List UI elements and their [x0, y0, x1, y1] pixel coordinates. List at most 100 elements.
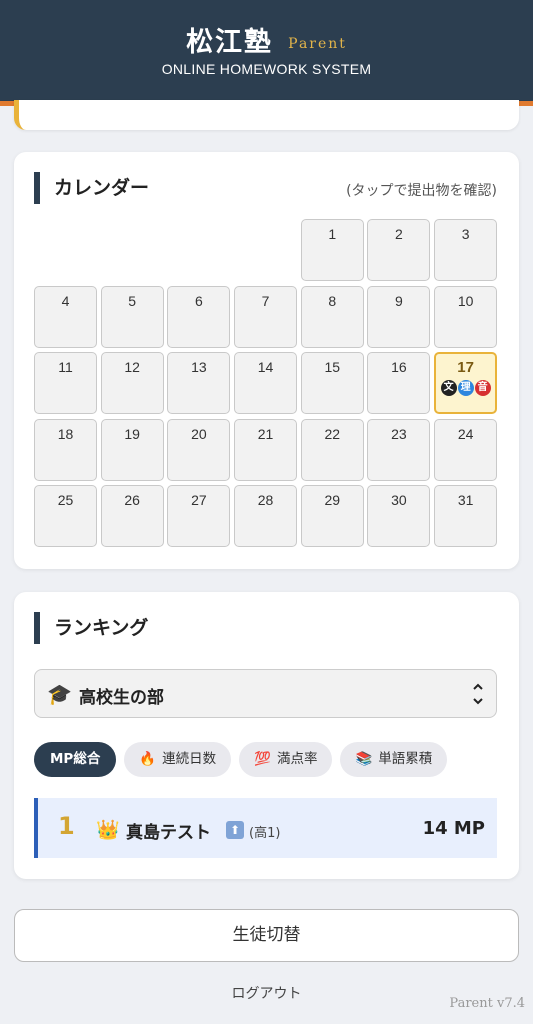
calendar-day[interactable]: 14 [234, 352, 298, 415]
calendar-day[interactable]: 1 [300, 219, 364, 281]
calendar-day[interactable]: 24 [434, 418, 498, 481]
calendar-day-number: 26 [124, 492, 140, 509]
calendar-day-number: 5 [128, 292, 137, 309]
calendar-day-number: 16 [391, 359, 407, 376]
calendar-day-number: 9 [395, 292, 403, 309]
calendar-day[interactable]: 7 [234, 285, 298, 348]
calendar-day-number: 15 [324, 359, 341, 376]
calendar-day[interactable]: 30 [367, 485, 431, 548]
calendar-day-number: 30 [391, 492, 407, 509]
calendar-day-number: 22 [324, 425, 341, 442]
subject-badge: 文 [440, 380, 457, 397]
division-select[interactable]: 🎓 高校生の部 [34, 669, 497, 718]
calendar-day-number: 23 [391, 425, 407, 442]
division-select-value: 高校生の部 [79, 688, 164, 708]
calendar-day[interactable]: 13 [167, 352, 231, 415]
subject-badge: 理 [457, 380, 474, 397]
calendar-day[interactable]: 4 [34, 285, 97, 348]
calendar-day-number: 8 [328, 292, 337, 309]
calendar-card: カレンダー (タップで提出物を確認) 1 2 3 4 5 6 7 8 9 10 11 12 13 14 15… [14, 152, 519, 569]
calendar-day[interactable]: 6 [167, 285, 231, 348]
calendar-day-number: 18 [57, 425, 74, 442]
version-label: Parent v7.4 [449, 996, 525, 1011]
calendar-blank [234, 219, 297, 281]
student-name: 真島テスト [126, 823, 211, 843]
calendar-hint: (タップで提出物を確認) [346, 183, 497, 199]
calendar-day[interactable]: 2 [367, 219, 431, 281]
role-badge: Parent [288, 36, 347, 52]
calendar-blank [101, 219, 164, 281]
calendar-day[interactable]: 9 [367, 285, 431, 348]
calendar-day-number: 13 [191, 359, 207, 376]
calendar-day[interactable]: 15 [300, 352, 364, 415]
graduation-cap-icon: 🎓 [47, 682, 72, 706]
calendar-day-number: 17 [457, 359, 474, 377]
calendar-blank [34, 219, 97, 281]
ranking-tab[interactable]: 💯 満点率 [239, 742, 333, 777]
calendar-day[interactable]: 10 [434, 285, 498, 348]
calendar-day[interactable]: 19 [100, 418, 164, 481]
calendar-day[interactable]: 8 [300, 285, 364, 348]
tab-label: 満点率 [276, 751, 318, 767]
calendar-day-number: 2 [395, 226, 403, 242]
select-chevron-icon [472, 680, 484, 710]
calendar-day-number: 25 [57, 492, 74, 509]
app-title: 松江塾 [186, 27, 274, 58]
calendar-day[interactable]: 3 [434, 219, 498, 281]
calendar-day[interactable]: 26 [100, 485, 164, 548]
calendar-day-number: 24 [457, 425, 474, 442]
calendar-day[interactable]: 25 [34, 485, 97, 548]
ranking-row: 1 👑 真島テスト ⬆ (高1) 14 MP [34, 798, 497, 858]
header-title-row: 松江塾 Parent [0, 20, 533, 59]
rank-number: 1 [58, 812, 75, 840]
calendar-day-number: 10 [457, 292, 474, 309]
calendar-day-number: 4 [61, 292, 70, 309]
calendar-day-number: 11 [58, 359, 73, 376]
calendar-day[interactable]: 22 [300, 418, 364, 481]
tab-icon: 💯 [254, 751, 271, 767]
ranking-tab[interactable]: 📚 単語累積 [340, 742, 448, 777]
ranking-card: ランキング 🎓 高校生の部 MP総合 🔥 連続日数 💯 満点率 📚 単語累積 1 👑 真島テスト… [14, 592, 519, 879]
ranking-tab[interactable]: 🔥 連続日数 [124, 742, 232, 777]
ranking-tabs: MP総合 🔥 連続日数 💯 満点率 📚 単語累積 [34, 742, 448, 777]
previous-card [14, 100, 519, 130]
calendar-day[interactable]: 29 [300, 485, 364, 548]
calendar-day-number: 21 [257, 425, 274, 442]
calendar-day-number: 6 [194, 292, 203, 309]
calendar-day[interactable]: 5 [100, 285, 164, 348]
calendar-day[interactable]: 20 [167, 418, 231, 481]
subject-badge: 音 [474, 380, 491, 397]
calendar-day[interactable]: 16 [367, 352, 431, 415]
calendar-day-number: 29 [324, 492, 341, 509]
student-points: 14 MP [422, 818, 485, 839]
tab-icon: 🔥 [139, 751, 157, 767]
calendar-day-number: 1 [328, 226, 337, 242]
tab-label: MP総合 [50, 751, 101, 767]
calendar-day[interactable]: 12 [100, 352, 164, 415]
calendar-day-number: 31 [457, 492, 474, 509]
ranking-tab[interactable]: MP総合 [34, 742, 117, 777]
calendar-day[interactable]: 21 [234, 418, 298, 481]
tab-label: 連続日数 [162, 751, 217, 767]
calendar-day-number: 7 [261, 292, 270, 309]
student-grade: (高1) [249, 826, 281, 841]
calendar-day-number: 28 [257, 492, 274, 509]
calendar-day-number: 12 [124, 359, 140, 376]
ranking-title: ランキング [34, 612, 148, 644]
calendar-day-number: 20 [191, 425, 207, 442]
calendar-day[interactable]: 18 [34, 418, 97, 481]
calendar-day-today[interactable]: 17 文理音 [434, 352, 498, 415]
switch-student-button[interactable]: 生徒切替 [14, 909, 519, 962]
calendar-title: カレンダー [34, 172, 149, 204]
calendar-day-number: 19 [124, 425, 140, 442]
subject-badges: 文理音 [436, 380, 495, 397]
calendar-day[interactable]: 27 [167, 485, 231, 548]
calendar-day[interactable]: 31 [434, 485, 498, 548]
calendar-day[interactable]: 28 [234, 485, 298, 548]
calendar-blank [167, 219, 230, 281]
up-arrow-icon: ⬆ [226, 821, 244, 839]
calendar-day[interactable]: 11 [34, 352, 97, 415]
calendar-day-number: 27 [191, 492, 207, 509]
calendar-day-number: 3 [461, 226, 470, 242]
calendar-day[interactable]: 23 [367, 418, 431, 481]
